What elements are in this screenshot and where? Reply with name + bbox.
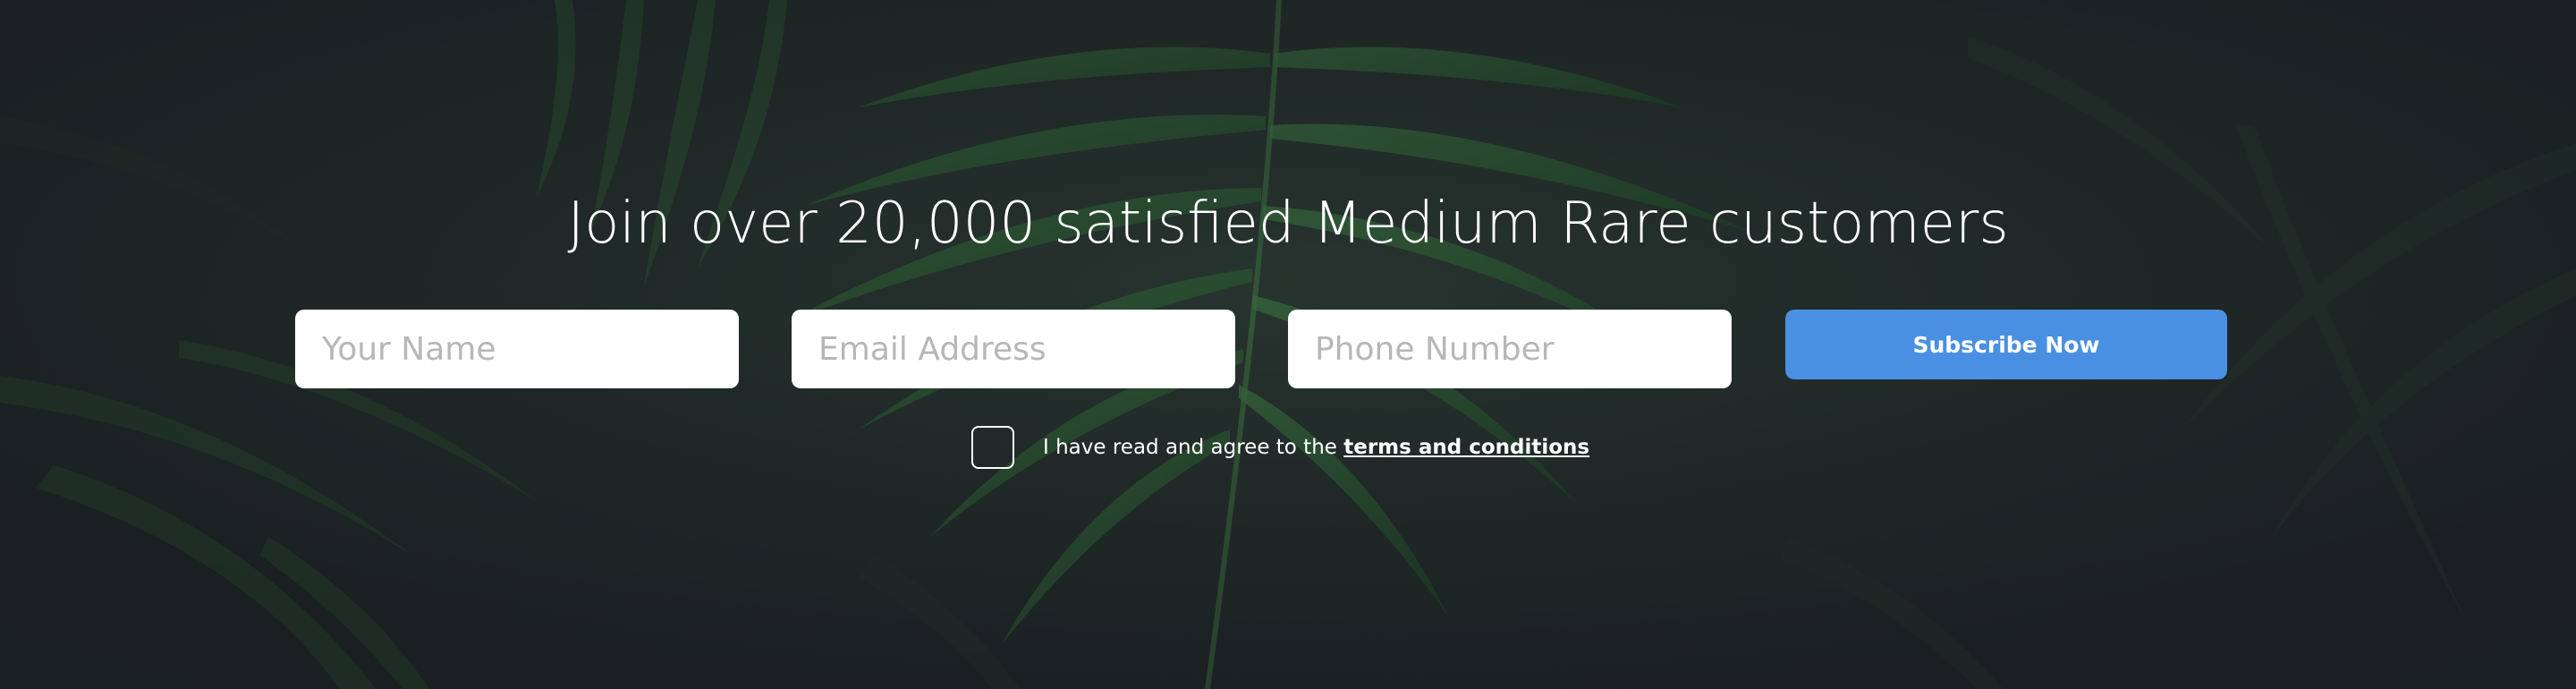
name-input[interactable] [295, 310, 739, 388]
email-input[interactable] [792, 310, 1235, 388]
terms-label: I have read and agree to the terms and c… [1043, 436, 1589, 459]
phone-input[interactable] [1288, 310, 1732, 388]
terms-label-text: I have read and agree to the [1043, 436, 1337, 459]
hero-headline: Join over 20,000 satisfied Medium Rare c… [567, 191, 2009, 257]
subscribe-button[interactable]: Subscribe Now [1785, 310, 2227, 379]
terms-link[interactable]: terms and conditions [1343, 436, 1589, 459]
subscribe-hero: Join over 20,000 satisfied Medium Rare c… [0, 0, 2576, 689]
terms-agreement: I have read and agree to the terms and c… [971, 424, 1589, 471]
terms-checkbox[interactable] [971, 426, 1014, 469]
